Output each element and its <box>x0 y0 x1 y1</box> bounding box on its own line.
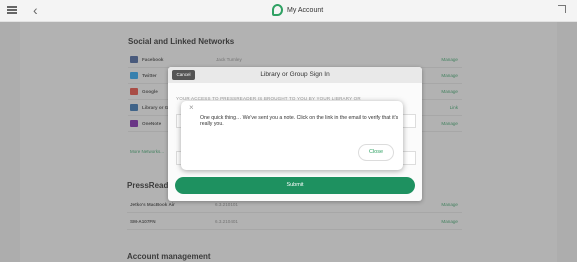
page-title: My Account <box>287 6 324 14</box>
dialog-header: Cancel Library or Group Sign In <box>168 67 422 83</box>
close-button[interactable]: Close <box>358 144 394 161</box>
hamburger-menu-icon[interactable] <box>7 6 17 14</box>
app-title: My Account <box>272 4 323 16</box>
top-bar: ‹ My Account <box>0 0 577 22</box>
back-chevron-icon[interactable]: ‹ <box>33 2 38 18</box>
submit-button[interactable]: Submit <box>175 177 415 194</box>
popup-message: One quick thing… We've sent you a note. … <box>200 115 399 128</box>
close-icon[interactable]: × <box>189 104 194 112</box>
dialog-title: Library or Group Sign In <box>260 71 330 78</box>
verify-email-popup: × One quick thing… We've sent you a note… <box>181 101 403 170</box>
expand-icon[interactable] <box>558 5 566 13</box>
pressreader-logo-icon <box>272 4 283 16</box>
